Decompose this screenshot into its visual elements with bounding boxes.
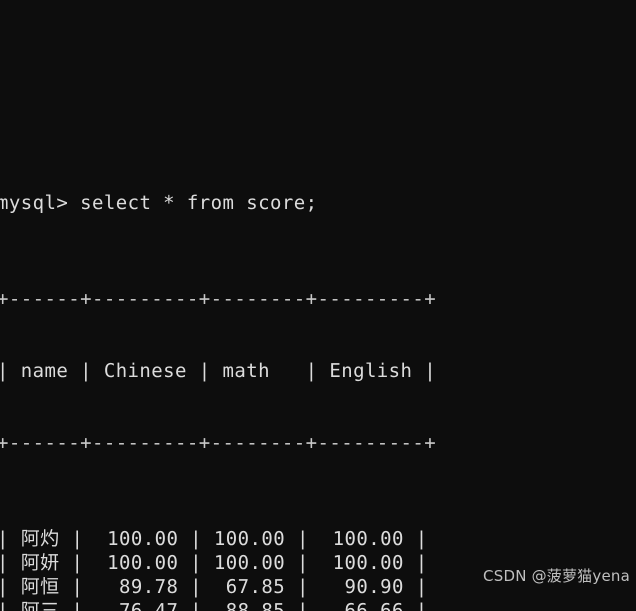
cell-name: 阿三 [20,600,60,611]
cell-name: 阿灼 [20,528,60,550]
csdn-watermark: CSDN @菠萝猫yena [483,567,630,585]
terminal-screen: mysql> select * from score; +------+----… [0,0,636,611]
cell-name: 阿恒 [20,576,60,598]
mysql-prompt-1: mysql> [0,192,81,214]
table1-header-row: | name | Chinese | math | English | [0,360,437,382]
cell-name: 阿妍 [20,552,60,574]
terminal-output[interactable]: mysql> select * from score; +------+----… [0,0,636,611]
top-spacer [0,72,636,95]
table-row: | 阿灼 | 100.00 | 100.00 | 100.00 | [0,528,428,550]
sql-query-1: select * from score; [80,192,318,214]
command-line-1: mysql> select * from score; [0,191,636,215]
table-row: | 阿三 | 76.47 | 88.85 | 66.66 | [0,599,636,611]
table1-rule-top: +------+---------+--------+---------+ [0,288,437,310]
table1-rule-mid: +------+---------+--------+---------+ [0,432,437,454]
